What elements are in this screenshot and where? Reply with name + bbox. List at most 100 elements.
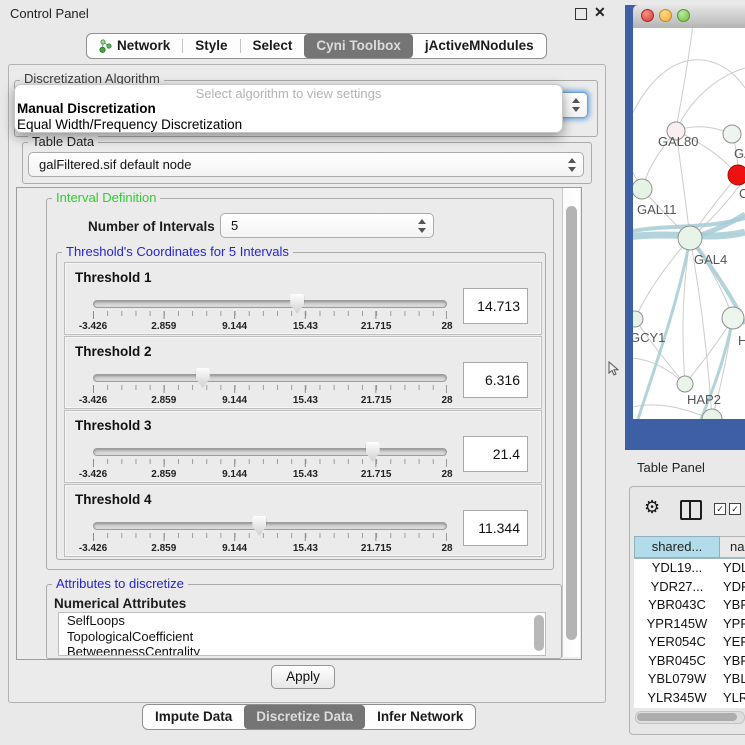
checkbox-icon[interactable]: ✓ xyxy=(714,503,726,515)
cell[interactable]: YDL19... xyxy=(634,559,720,578)
table-row[interactable]: YER054CYER0 xyxy=(634,633,745,652)
float-icon[interactable] xyxy=(575,8,587,20)
tab-network[interactable]: Network xyxy=(87,34,182,58)
table-data-combobox[interactable]: galFiltered.sif default node xyxy=(28,152,584,177)
list-item[interactable]: SelfLoops xyxy=(59,613,545,629)
cell[interactable]: YBR0 xyxy=(720,596,745,615)
zoom-traffic-icon[interactable] xyxy=(677,9,690,22)
cell[interactable]: YBR0 xyxy=(720,652,745,671)
table-row[interactable]: YBL079WYBL0 xyxy=(634,670,745,689)
tab-style[interactable]: Style xyxy=(183,34,239,58)
table-header-row: shared... na xyxy=(634,536,745,559)
cell[interactable]: YBL079W xyxy=(634,670,720,689)
threshold-2-slider[interactable]: -3.426 2.859 9.144 15.43 21.715 28 xyxy=(93,374,447,404)
table-row[interactable]: YLR345WYLR3 xyxy=(634,689,745,708)
apply-button[interactable]: Apply xyxy=(271,665,335,689)
threshold-4-value-input[interactable]: 11.344 xyxy=(463,510,528,546)
cell[interactable]: YPR1 xyxy=(720,615,745,634)
threshold-1-value-input[interactable]: 14.713 xyxy=(463,288,528,324)
cell[interactable]: YIL052C xyxy=(634,707,720,708)
threshold-4-label: Threshold 4 xyxy=(75,492,152,507)
node-table[interactable]: shared... na YDL19...YDL1 YDR27...YDR2 Y… xyxy=(634,536,745,708)
vertical-scrollbar-thumb[interactable] xyxy=(566,206,577,640)
tick-label: 15.43 xyxy=(293,469,318,480)
column-header-shared-name[interactable]: shared... xyxy=(634,536,720,558)
algorithm-dropdown-popup: Select algorithm to view settings Manual… xyxy=(14,84,563,133)
slider-tick-labels: -3.426 2.859 9.144 15.43 21.715 28 xyxy=(93,469,447,481)
list-item[interactable]: TopologicalCoefficient xyxy=(59,629,545,645)
minimize-traffic-icon[interactable] xyxy=(659,9,672,22)
slider-track[interactable] xyxy=(93,300,447,308)
cell[interactable]: YDL1 xyxy=(720,559,745,578)
threshold-4-slider[interactable]: -3.426 2.859 9.144 15.43 21.715 28 xyxy=(93,522,447,552)
list-scrollbar-thumb[interactable] xyxy=(534,615,544,651)
tab-cyni-toolbox[interactable]: Cyni Toolbox xyxy=(304,34,413,58)
threshold-1-panel: Threshold 1 -3.426 2.859 9.144 15.43 21.… xyxy=(64,262,542,335)
cell[interactable]: YDR27... xyxy=(634,578,720,597)
tab-select[interactable]: Select xyxy=(241,34,305,58)
cell[interactable]: YLR3 xyxy=(720,689,745,708)
tab-discretize-data[interactable]: Discretize Data xyxy=(244,705,365,729)
node-label-hap2: HAP2 xyxy=(687,392,721,407)
dropdown-option-equal-width[interactable]: Equal Width/Frequency Discretization xyxy=(15,117,562,133)
cell[interactable]: YER0 xyxy=(720,633,745,652)
slider-track[interactable] xyxy=(93,522,447,530)
table-row[interactable]: YBR045CYBR0 xyxy=(634,652,745,671)
column-header-name[interactable]: na xyxy=(720,536,745,558)
cell[interactable]: YPR145W xyxy=(634,615,720,634)
vertical-scrollbar[interactable] xyxy=(562,188,580,657)
threshold-2-value-input[interactable]: 6.316 xyxy=(463,362,528,398)
network-window-titlebar[interactable] xyxy=(633,5,745,29)
threshold-2-label: Threshold 2 xyxy=(75,344,152,359)
tick-label: 28 xyxy=(441,321,452,332)
tick-label: 21.715 xyxy=(361,543,392,554)
threshold-3-value-input[interactable]: 21.4 xyxy=(463,436,528,472)
cell[interactable]: YBL0 xyxy=(720,670,745,689)
numerical-attributes-list[interactable]: SelfLoops TopologicalCoefficient Between… xyxy=(58,612,546,656)
slider-track[interactable] xyxy=(93,448,447,456)
cell[interactable]: YIL0 xyxy=(720,707,745,708)
tick-label: 9.144 xyxy=(222,543,247,554)
number-of-intervals-label: Number of Intervals xyxy=(88,219,215,234)
slider-major-ticks xyxy=(93,385,447,393)
node-label-gcy1: GCY1 xyxy=(633,330,665,345)
cell[interactable]: YDR2 xyxy=(720,578,745,597)
dropdown-option-manual[interactable]: Manual Discretization xyxy=(15,101,562,117)
tab-select-label: Select xyxy=(253,34,293,58)
threshold-1-slider[interactable]: -3.426 2.859 9.144 15.43 21.715 28 xyxy=(93,300,447,330)
tick-label: 2.859 xyxy=(151,469,176,480)
node-label-c: C xyxy=(739,186,745,201)
cell[interactable]: YBR043C xyxy=(634,596,720,615)
tab-impute-data[interactable]: Impute Data xyxy=(143,705,244,729)
tick-label: -3.426 xyxy=(79,395,107,406)
table-panel-title: Table Panel xyxy=(637,460,705,475)
table-horizontal-scrollbar-thumb[interactable] xyxy=(637,713,737,721)
control-panel-tabbar: Network Style Select Cyni Toolbox jActiv… xyxy=(86,33,547,59)
gear-icon[interactable]: ⚙ xyxy=(644,498,660,516)
table-row[interactable]: YDR27...YDR2 xyxy=(634,578,745,597)
table-row[interactable]: YPR145WYPR1 xyxy=(634,615,745,634)
threshold-3-slider[interactable]: -3.426 2.859 9.144 15.43 21.715 28 xyxy=(93,448,447,478)
split-columns-icon[interactable] xyxy=(680,500,702,520)
tab-infer-network[interactable]: Infer Network xyxy=(365,705,475,729)
list-item[interactable]: BetweennessCentrality xyxy=(59,644,545,656)
slider-tick-labels: -3.426 2.859 9.144 15.43 21.715 28 xyxy=(93,543,447,555)
checkbox-icon[interactable]: ✓ xyxy=(729,503,741,515)
slider-track[interactable] xyxy=(93,374,447,382)
table-row[interactable]: YBR043CYBR0 xyxy=(634,596,745,615)
tab-jactivemnodules[interactable]: jActiveMNodules xyxy=(413,34,546,58)
close-icon[interactable]: ✕ xyxy=(594,4,606,21)
table-row[interactable]: YDL19...YDL1 xyxy=(634,559,745,578)
table-data-label: Table Data xyxy=(28,135,98,149)
close-traffic-icon[interactable] xyxy=(641,9,654,22)
table-row[interactable]: YIL052CYIL0 xyxy=(634,707,745,708)
cell[interactable]: YLR345W xyxy=(634,689,720,708)
tick-label: 21.715 xyxy=(361,395,392,406)
tick-label: 28 xyxy=(441,543,452,554)
cell[interactable]: YBR045C xyxy=(634,652,720,671)
cell[interactable]: YER054C xyxy=(634,633,720,652)
number-of-intervals-spinner[interactable]: 5 xyxy=(220,213,434,238)
network-canvas[interactable]: GAL80 GA C GAL11 GAL4 GCY1 H HAP2 xyxy=(633,28,745,419)
node-label-gal80: GAL80 xyxy=(658,134,698,149)
number-of-intervals-value: 5 xyxy=(231,218,238,233)
